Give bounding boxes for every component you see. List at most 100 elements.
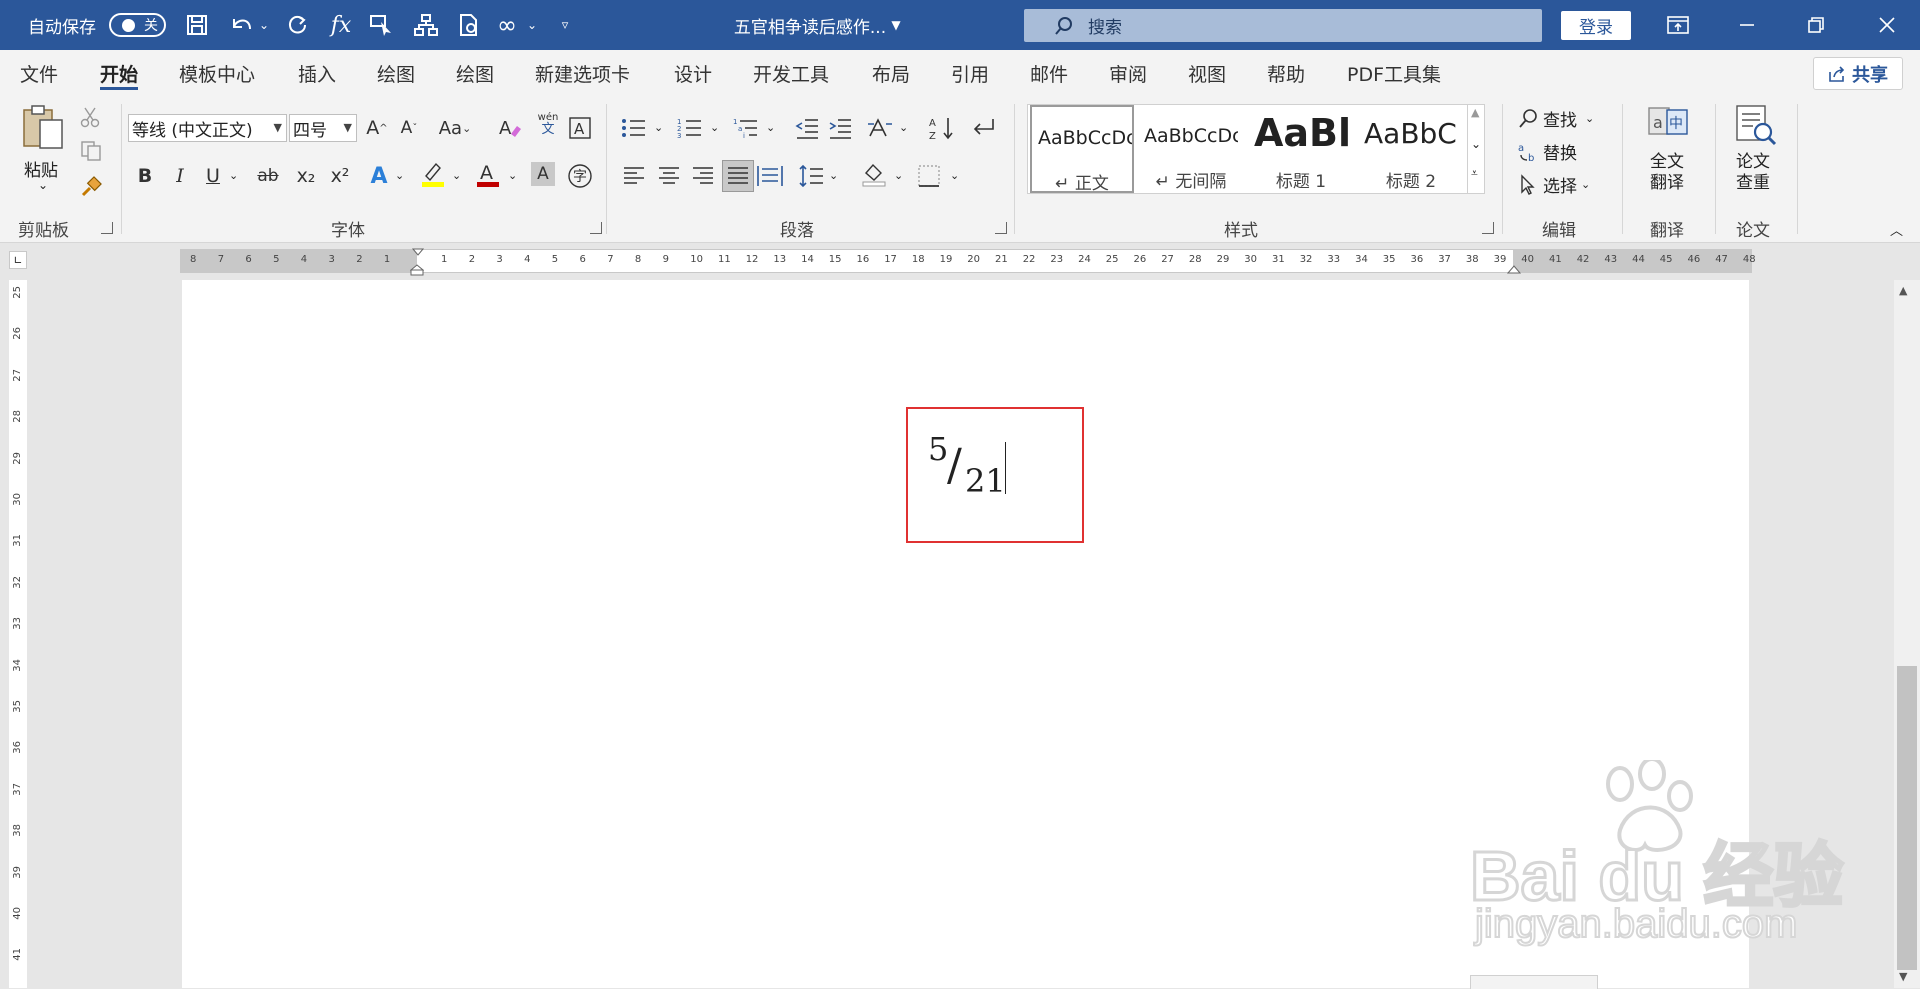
highlight-dropdown-icon[interactable]: ⌄ [452,169,461,182]
login-button[interactable]: 登录 [1561,11,1631,40]
translate-icon[interactable]: a中 [1645,104,1693,144]
paste-dropdown-icon[interactable]: ⌄ [38,178,48,192]
style-no-spacing[interactable]: AaBbCcDc ↵ 无间隔 [1138,105,1244,193]
borders-icon[interactable] [915,162,943,190]
cut-icon[interactable] [80,106,100,128]
org-chart-icon[interactable] [411,0,441,50]
select-button[interactable]: 选择 ⌄ [1517,172,1590,197]
clipboard-launcher-icon[interactable] [101,222,113,234]
left-indent-icon[interactable] [410,264,424,276]
copy-icon[interactable] [80,140,102,162]
paper-check-icon[interactable] [1733,104,1779,148]
fraction-slash[interactable]: / [947,440,962,491]
search-input[interactable]: 搜索 [1024,9,1542,42]
paragraph-launcher-icon[interactable] [995,222,1007,234]
text-effects-dropdown-icon[interactable]: ⌄ [395,169,404,182]
scroll-up-arrow-icon[interactable]: ▲ [1899,284,1907,297]
collapse-ribbon-icon[interactable]: ︿ [1890,220,1903,239]
strikethrough-button[interactable]: ab [254,162,282,190]
tab-new-tab[interactable]: 新建选项卡 [535,50,630,96]
tab-help[interactable]: 帮助 [1267,50,1305,96]
undo-dropdown-icon[interactable]: ⌄ [256,0,272,50]
autosave-toggle[interactable]: 关 [109,13,166,37]
bold-button[interactable]: B [131,162,159,190]
find-button[interactable]: 查找 ⌄ [1517,106,1594,131]
tab-template-center[interactable]: 模板中心 [179,50,255,96]
grow-font-icon[interactable]: A ^ [363,114,391,142]
font-name-select[interactable]: 等线 (中文正文) ▼ [128,114,287,142]
tab-mailings[interactable]: 邮件 [1030,50,1068,96]
font-color-icon[interactable]: A [474,160,502,188]
vertical-scrollbar[interactable]: ▲ ▼ [1894,280,1920,988]
text-effects-icon[interactable]: A [365,162,393,190]
font-launcher-icon[interactable] [590,222,602,234]
styles-launcher-icon[interactable] [1482,222,1494,234]
shading-dropdown-icon[interactable]: ⌄ [894,169,903,182]
save-icon[interactable] [183,0,211,50]
tab-insert[interactable]: 插入 [298,50,336,96]
shrink-font-icon[interactable]: Aˇ [395,114,423,142]
fraction-numerator[interactable]: 5 [928,430,948,468]
format-painter-icon[interactable] [80,176,102,198]
numbering-dropdown-icon[interactable]: ⌄ [710,121,719,134]
italic-button[interactable]: I [166,162,194,190]
justify-icon[interactable] [722,160,754,192]
tab-draw[interactable]: 绘图 [377,50,415,96]
tab-draw-2[interactable]: 绘图 [456,50,494,96]
function-icon[interactable]: fx [326,0,356,50]
multilevel-dropdown-icon[interactable]: ⌄ [766,121,775,134]
numbering-icon[interactable]: 123 [676,114,704,142]
font-size-select[interactable]: 四号 ▼ [289,114,357,142]
style-heading-2[interactable]: AaBbC 标题 2 [1358,105,1464,193]
align-center-icon[interactable] [655,162,683,190]
scroll-up-icon[interactable]: ▲ [1471,106,1479,119]
mini-toolbar[interactable] [1470,975,1598,989]
paper-check-button[interactable]: 论文 查重 [1736,152,1770,194]
character-border-icon[interactable]: A [566,114,594,142]
scroll-down-arrow-icon[interactable]: ▼ [1899,970,1907,983]
tab-selector-icon[interactable]: ∟ [9,251,27,269]
highlight-color-icon[interactable] [419,160,447,188]
text-direction-dropdown-icon[interactable]: ⌄ [899,121,908,134]
phonetic-guide-icon[interactable]: wén 文 [533,112,563,136]
text-direction-icon[interactable] [866,114,894,142]
line-spacing-icon[interactable] [797,162,825,190]
fraction-denominator[interactable]: 21 [965,462,1006,500]
replace-button[interactable]: ab 替换 [1517,139,1577,165]
undo-icon[interactable] [226,0,256,50]
change-case-icon[interactable]: Aa ⌄ [436,114,474,142]
clear-formatting-icon[interactable]: A [496,114,524,142]
decrease-indent-icon[interactable] [793,114,821,142]
scrollbar-thumb[interactable] [1897,666,1917,970]
tab-references[interactable]: 引用 [951,50,989,96]
vertical-ruler[interactable]: 25 26 27 28 29 30 31 32 33 34 35 36 37 38 39 40 41 [9,280,27,988]
first-line-indent-icon[interactable] [412,248,424,256]
sort-icon[interactable]: AZ [928,114,956,142]
select-objects-icon[interactable] [367,0,397,50]
superscript-button[interactable]: x² [326,162,354,190]
tab-pdf-tools[interactable]: PDF工具集 [1347,50,1441,96]
horizontal-ruler[interactable]: 87654321 1 2 3 4 5 6 7 8 9 10 11 12 13 14 15 16 17 18 19 20… [180,248,1756,276]
tab-file[interactable]: 文件 [20,50,58,96]
style-normal[interactable]: AaBbCcDc ↵ 正文 [1030,105,1134,194]
tab-view[interactable]: 视图 [1188,50,1226,96]
document-check-icon[interactable] [455,0,483,50]
tab-review[interactable]: 审阅 [1109,50,1147,96]
infinity-dropdown-icon[interactable]: ⌄ [524,0,540,50]
tab-developer[interactable]: 开发工具 [753,50,829,96]
borders-dropdown-icon[interactable]: ⌄ [950,169,959,182]
tab-home[interactable]: 开始 [100,50,139,96]
underline-button[interactable]: U [199,162,227,190]
increase-indent-icon[interactable] [826,114,854,142]
minimize-icon[interactable] [1732,0,1762,50]
more-styles-icon[interactable]: ⩡ [1471,166,1478,181]
redo-icon[interactable] [282,0,312,50]
character-shading-icon[interactable]: A [531,162,555,186]
tab-layout[interactable]: 布局 [872,50,910,96]
full-text-translate-button[interactable]: 全文 翻译 [1650,152,1684,194]
bullets-dropdown-icon[interactable]: ⌄ [654,121,663,134]
align-right-icon[interactable] [689,162,717,190]
share-button[interactable]: 共享 [1813,57,1903,90]
multilevel-list-icon[interactable]: 1ai [732,114,760,142]
restore-icon[interactable] [1801,0,1831,50]
